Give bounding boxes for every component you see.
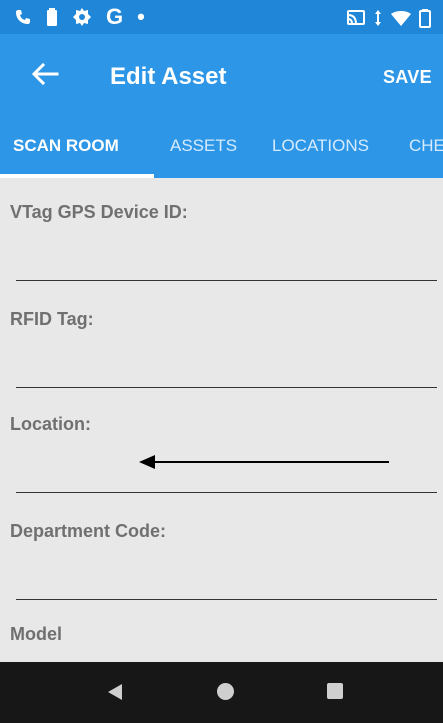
status-right-icons xyxy=(346,8,431,28)
model-label: Model xyxy=(10,624,62,644)
cast-icon xyxy=(347,10,365,25)
wifi-icon xyxy=(391,11,411,26)
rfid-tag-input[interactable] xyxy=(16,387,437,388)
page-title: Edit Asset xyxy=(110,63,227,90)
tab-scan-room[interactable]: SCAN ROOM xyxy=(13,136,119,156)
gear-icon xyxy=(73,8,91,26)
tab-assets[interactable]: ASSETS xyxy=(170,136,237,156)
status-bar: G • xyxy=(0,0,443,34)
location-label: Location: xyxy=(10,414,91,434)
notification-dot: • xyxy=(137,4,145,29)
android-navigation-bar xyxy=(0,662,443,723)
android-screen: G • Edit Asset SAVE SCAN ROOM ASSETS LOC… xyxy=(0,0,443,723)
department-code-input[interactable] xyxy=(16,599,437,600)
app-bar: Edit Asset SAVE xyxy=(0,34,443,118)
vtag-gps-device-id-input[interactable] xyxy=(16,280,437,281)
tab-locations[interactable]: LOCATIONS xyxy=(272,136,369,156)
vtag-gps-device-id-label: VTag GPS Device ID: xyxy=(10,202,188,222)
department-code-label: Department Code: xyxy=(10,521,167,541)
tab-che[interactable]: CHE xyxy=(409,136,443,156)
tab-bar: SCAN ROOM ASSETS LOCATIONS CHE xyxy=(0,118,443,178)
circle-home-icon[interactable] xyxy=(217,683,234,700)
save-button[interactable]: SAVE xyxy=(383,67,432,87)
edit-asset-form: VTag GPS Device ID: RFID Tag: Location: … xyxy=(0,178,443,662)
google-g-label: G xyxy=(106,4,124,29)
battery-icon xyxy=(47,8,57,26)
square-recent-icon[interactable] xyxy=(327,683,343,699)
phone-icon xyxy=(16,10,30,24)
location-input[interactable] xyxy=(16,492,437,493)
left-arrow-annotation xyxy=(139,455,389,469)
signal-icon xyxy=(375,10,381,26)
triangle-back-icon[interactable] xyxy=(106,683,124,701)
battery-outline-icon xyxy=(419,9,431,28)
rfid-tag-label: RFID Tag: xyxy=(10,309,94,329)
back-arrow-icon[interactable] xyxy=(31,61,59,87)
status-left-icons: G • xyxy=(14,4,145,29)
